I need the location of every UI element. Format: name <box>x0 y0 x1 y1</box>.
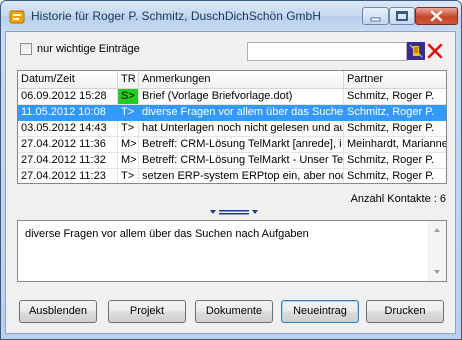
cell-note: diverse Fragen vor allem über das Suchen <box>139 105 344 121</box>
maximize-icon <box>396 11 408 21</box>
search-input[interactable] <box>247 42 407 61</box>
cell-date: 06.09.2012 15:28 <box>18 89 118 105</box>
cell-tr: T> <box>118 169 139 183</box>
cell-date: 03.05.2012 14:43 <box>18 121 118 137</box>
table-row[interactable]: 06.09.2012 15:28 S> Brief (Vorlage Brief… <box>18 89 446 105</box>
cell-tr: T> <box>118 105 139 121</box>
cell-note: Brief (Vorlage Briefvorlage.dot) <box>139 89 344 105</box>
column-header-tr[interactable]: TR <box>118 71 139 88</box>
cell-partner: Schmitz, Roger P. <box>344 89 446 105</box>
cell-date: 27.04.2012 11:23 <box>18 169 118 183</box>
close-button[interactable] <box>415 7 458 25</box>
cell-date: 11.05.2012 10:08 <box>18 105 118 121</box>
scroll-down-icon[interactable] <box>429 265 445 279</box>
cell-partner: Schmitz, Roger P. <box>344 169 446 183</box>
cell-partner: Schmitz, Roger P. <box>344 153 446 169</box>
history-window: Historie für Roger P. Schmitz, DuschDich… <box>0 0 462 340</box>
clear-filter-icon[interactable] <box>426 42 444 60</box>
scroll-up-icon[interactable] <box>429 223 445 237</box>
table-row[interactable]: 03.05.2012 14:43 T> hat Unterlagen noch … <box>18 121 446 137</box>
table-row[interactable]: 27.04.2012 11:36 M> Betreff: CRM-Lösung … <box>18 137 446 153</box>
minimize-button[interactable] <box>362 7 389 25</box>
column-header-notes[interactable]: Anmerkungen <box>139 71 344 88</box>
minimize-icon <box>370 17 381 22</box>
cell-note: hat Unterlagen noch nicht gelesen und au <box>139 121 344 137</box>
cell-tr: M> <box>118 137 139 153</box>
close-icon <box>430 10 443 22</box>
cell-partner: Meinhardt, Marianne <box>344 137 446 153</box>
contact-count: Anzahl Kontakte : 6 <box>350 193 446 205</box>
table-row[interactable]: 27.04.2012 11:23 T> setzen ERP-system ER… <box>18 169 446 183</box>
cell-date: 27.04.2012 11:36 <box>18 137 118 153</box>
new-entry-button[interactable]: Neueintrag <box>281 300 359 323</box>
maximize-button[interactable] <box>389 7 415 25</box>
cell-tr: M> <box>118 153 139 169</box>
table-header: Datum/Zeit TR Anmerkungen Partner <box>18 71 446 89</box>
cell-partner: Schmitz, Roger P. <box>344 121 446 137</box>
column-header-date[interactable]: Datum/Zeit <box>18 71 118 88</box>
column-header-partner[interactable]: Partner <box>344 71 446 88</box>
notes-memo[interactable]: diverse Fragen vor allem über das Suchen… <box>17 220 447 282</box>
window-title: Historie für Roger P. Schmitz, DuschDich… <box>31 9 321 23</box>
client-area: nur wichtige Einträge Datum/Zeit TR Anme… <box>5 31 456 334</box>
cell-note: Betreff: CRM-Lösung TelMarkt - Unser Tel <box>139 153 344 169</box>
project-button[interactable]: Projekt <box>108 300 186 323</box>
cell-tr: T> <box>118 121 139 137</box>
cell-note: setzen ERP-system ERPtop ein, aber noch <box>139 169 344 183</box>
cell-partner: Schmitz, Roger P. <box>344 105 446 121</box>
hide-button[interactable]: Ausblenden <box>19 300 97 323</box>
print-button[interactable]: Drucken <box>366 300 444 323</box>
cell-date: 27.04.2012 11:32 <box>18 153 118 169</box>
table-row-selected[interactable]: 11.05.2012 10:08 T> diverse Fragen vor a… <box>18 105 446 121</box>
history-table[interactable]: Datum/Zeit TR Anmerkungen Partner 06.09.… <box>17 70 447 184</box>
title-bar: Historie für Roger P. Schmitz, DuschDich… <box>1 1 461 31</box>
important-only-checkbox[interactable] <box>20 43 32 55</box>
app-icon <box>9 10 25 24</box>
splitter-handle[interactable] <box>210 208 258 216</box>
memo-scrollbar[interactable] <box>428 221 446 281</box>
filter-search-icon[interactable] <box>407 42 425 60</box>
cell-tr: S> <box>118 89 139 105</box>
documents-button[interactable]: Dokumente <box>195 300 273 323</box>
important-only-label: nur wichtige Einträge <box>37 43 140 55</box>
cell-note: Betreff: CRM-Lösung TelMarkt [anrede], i <box>139 137 344 153</box>
memo-text: diverse Fragen vor allem über das Suchen… <box>25 228 309 240</box>
table-row[interactable]: 27.04.2012 11:32 M> Betreff: CRM-Lösung … <box>18 153 446 169</box>
